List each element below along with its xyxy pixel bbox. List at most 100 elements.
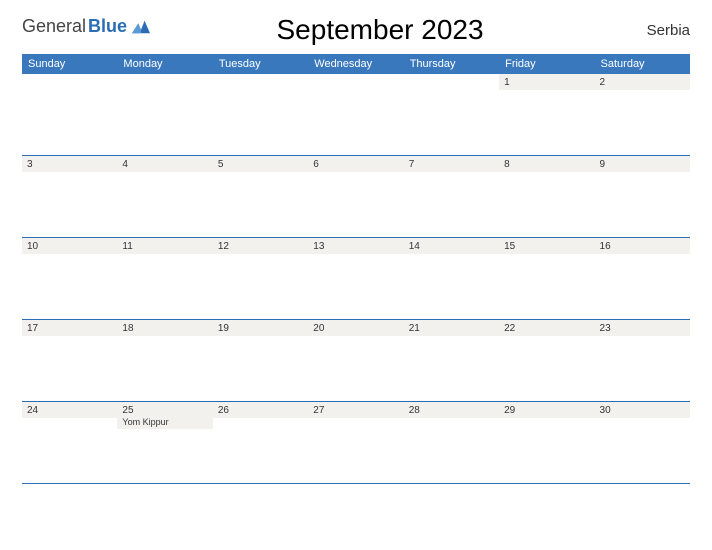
event-label: Yom Kippur — [122, 417, 207, 427]
day-number: 24 — [27, 405, 112, 416]
day-body — [213, 172, 308, 237]
day-number: 15 — [504, 241, 589, 252]
day-body — [213, 254, 308, 319]
day-cell: 16 — [595, 238, 690, 320]
day-cell: 4 — [117, 156, 212, 238]
day-cell-blank — [117, 74, 212, 156]
brand-general: General — [22, 16, 86, 37]
day-number: 14 — [409, 241, 494, 252]
day-number: 30 — [600, 405, 685, 416]
day-number: 4 — [122, 159, 207, 170]
day-cell-blank — [404, 74, 499, 156]
dayname-mon: Monday — [117, 54, 212, 74]
dayname-tue: Tuesday — [213, 54, 308, 74]
day-body — [213, 336, 308, 401]
day-body — [499, 90, 594, 155]
day-cell-blank — [22, 74, 117, 156]
week-row: 17 18 19 20 21 22 23 — [22, 320, 690, 402]
day-body — [595, 254, 690, 319]
day-body — [117, 172, 212, 237]
dayname-sat: Saturday — [595, 54, 690, 74]
day-number: 1 — [504, 77, 589, 88]
day-body — [22, 418, 117, 483]
day-number: 6 — [313, 159, 398, 170]
day-body — [499, 418, 594, 483]
day-body — [404, 172, 499, 237]
week-row: 2425Yom Kippur2627282930 — [22, 402, 690, 484]
day-cell: 10 — [22, 238, 117, 320]
day-number: 20 — [313, 323, 398, 334]
day-number: 22 — [504, 323, 589, 334]
day-body — [22, 172, 117, 237]
day-cell: 3 — [22, 156, 117, 238]
dayname-wed: Wednesday — [308, 54, 403, 74]
day-number: 11 — [122, 241, 207, 252]
day-number: 17 — [27, 323, 112, 334]
day-header-row: Sunday Monday Tuesday Wednesday Thursday… — [22, 54, 690, 74]
day-cell: 23 — [595, 320, 690, 402]
day-number: 5 — [218, 159, 303, 170]
day-number: 23 — [600, 323, 685, 334]
day-cell: 14 — [404, 238, 499, 320]
day-body — [308, 254, 403, 319]
day-body — [595, 336, 690, 401]
day-number: 16 — [600, 241, 685, 252]
day-body — [499, 254, 594, 319]
day-body — [117, 429, 212, 483]
week-row: 10111213141516 — [22, 238, 690, 320]
day-number: 7 — [409, 159, 494, 170]
day-body — [404, 336, 499, 401]
day-body — [404, 418, 499, 483]
day-number: 2 — [600, 77, 685, 88]
day-body — [308, 172, 403, 237]
day-number: 27 — [313, 405, 398, 416]
brand-blue: Blue — [88, 16, 127, 37]
day-cell: 30 — [595, 402, 690, 484]
day-cell: 13 — [308, 238, 403, 320]
day-cell: 7 — [404, 156, 499, 238]
day-cell: 24 — [22, 402, 117, 484]
day-cell: 1 — [499, 74, 594, 156]
day-body — [117, 336, 212, 401]
week-row: 3456789 — [22, 156, 690, 238]
day-cell: 27 — [308, 402, 403, 484]
day-number: 9 — [600, 159, 685, 170]
wave-icon — [132, 20, 150, 34]
day-number: 3 — [27, 159, 112, 170]
region-label: Serbia — [610, 22, 690, 39]
day-cell: 11 — [117, 238, 212, 320]
day-number: 19 — [218, 323, 303, 334]
dayname-sun: Sunday — [22, 54, 117, 74]
day-cell: 25Yom Kippur — [117, 402, 212, 484]
day-cell-blank — [213, 74, 308, 156]
day-number: 26 — [218, 405, 303, 416]
day-number: 13 — [313, 241, 398, 252]
day-body — [308, 336, 403, 401]
day-body — [22, 254, 117, 319]
dayname-thu: Thursday — [404, 54, 499, 74]
day-body — [499, 172, 594, 237]
day-cell: 26 — [213, 402, 308, 484]
calendar: Sunday Monday Tuesday Wednesday Thursday… — [22, 54, 690, 484]
day-cell: 21 — [404, 320, 499, 402]
day-cell: 19 — [213, 320, 308, 402]
day-cell: 20 — [308, 320, 403, 402]
page-title: September 2023 — [150, 14, 610, 46]
day-cell: 8 — [499, 156, 594, 238]
day-cell: 6 — [308, 156, 403, 238]
day-body — [499, 336, 594, 401]
day-cell: 9 — [595, 156, 690, 238]
day-body — [213, 418, 308, 483]
day-number: 8 — [504, 159, 589, 170]
week-row: 12 — [22, 74, 690, 156]
day-number: 29 — [504, 405, 589, 416]
day-number: 18 — [122, 323, 207, 334]
weeks-container: 1234567891011121314151617181920212223242… — [22, 74, 690, 484]
day-body — [404, 254, 499, 319]
day-cell: 2 — [595, 74, 690, 156]
day-body — [595, 418, 690, 483]
header: GeneralBlue September 2023 Serbia — [22, 12, 690, 46]
day-cell: 15 — [499, 238, 594, 320]
day-cell: 17 — [22, 320, 117, 402]
day-cell-blank — [308, 74, 403, 156]
